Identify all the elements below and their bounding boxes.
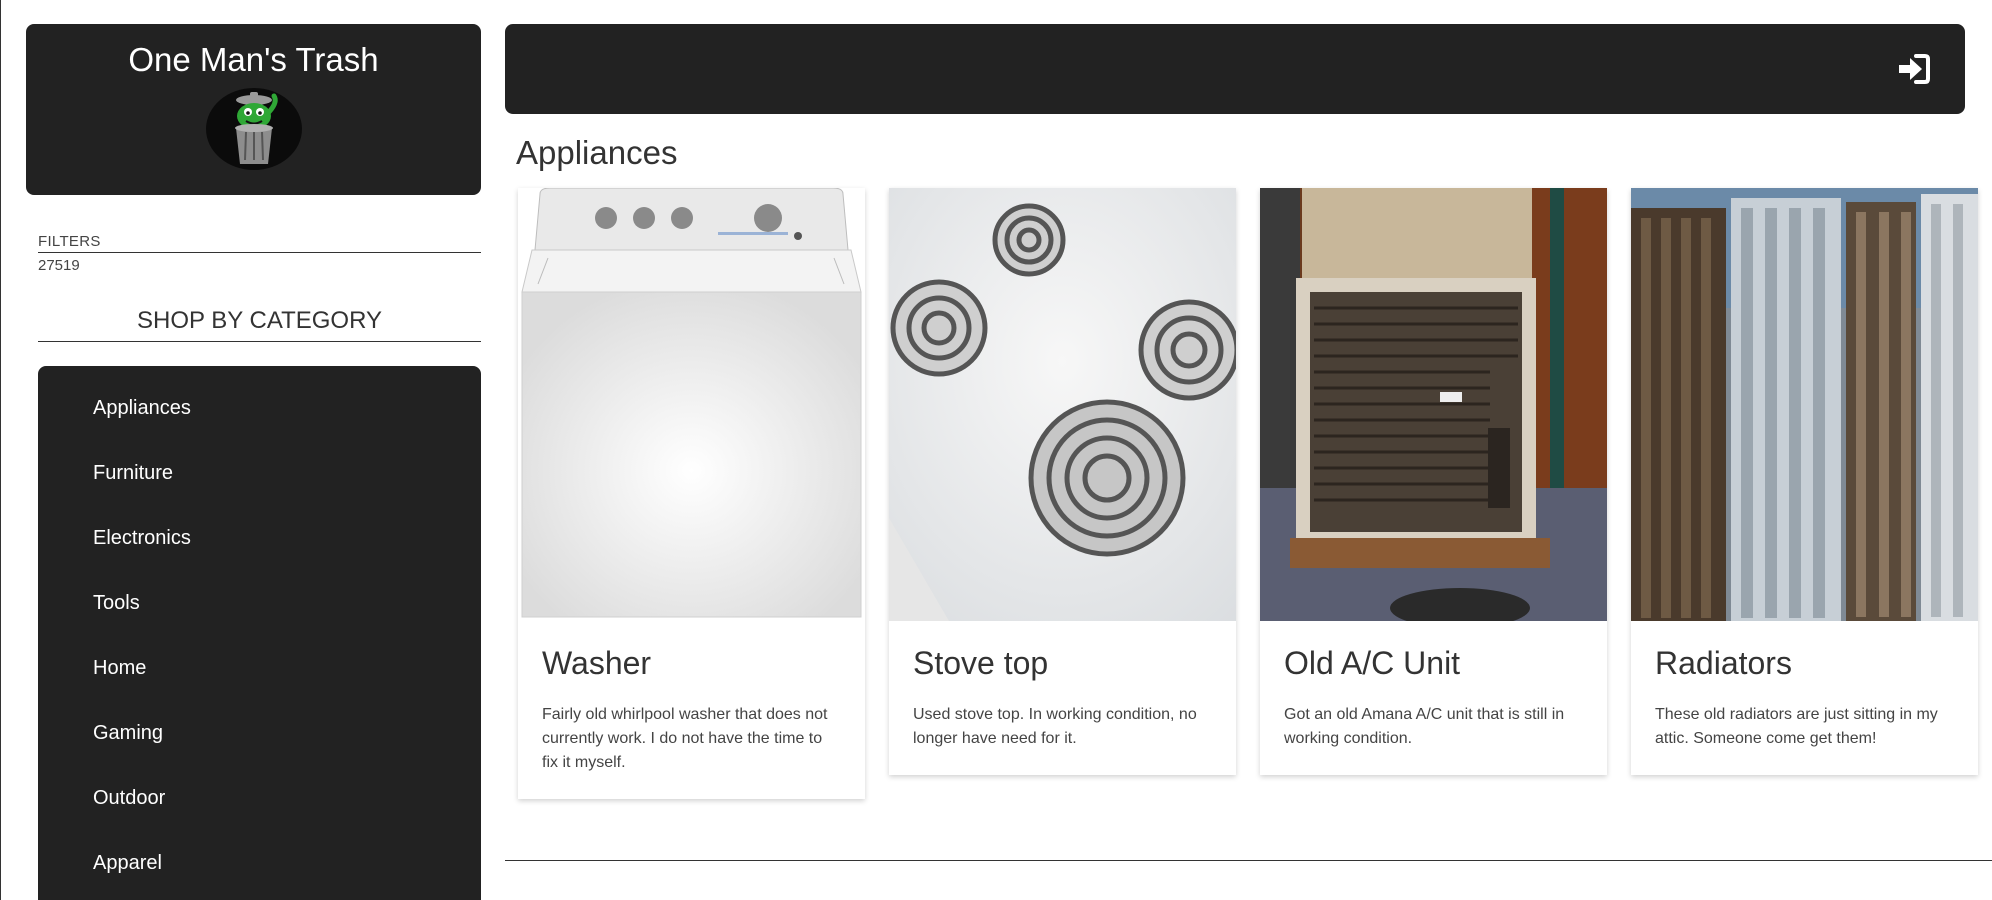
card-title[interactable]: Radiators	[1655, 643, 1954, 683]
shop-by-category-heading: SHOP BY CATEGORY	[38, 307, 481, 342]
top-bar	[505, 24, 1965, 114]
ac-unit-photo[interactable]	[1260, 188, 1607, 621]
listing-card[interactable]: Washer Fairly old whirlpool washer that …	[518, 188, 865, 799]
category-menu: Appliances Furniture Electronics Tools H…	[38, 366, 481, 900]
category-home[interactable]: Home	[38, 650, 481, 715]
listing-card[interactable]: Old A/C Unit Got an old Amana A/C unit t…	[1260, 188, 1607, 775]
filters-section: FILTERS 27519	[38, 233, 481, 274]
sign-in-icon[interactable]	[1896, 51, 1932, 87]
card-title[interactable]: Old A/C Unit	[1284, 643, 1583, 683]
zip-filter[interactable]: 27519	[38, 257, 481, 274]
radiators-photo[interactable]	[1631, 188, 1978, 621]
card-description: Got an old Amana A/C unit that is still …	[1284, 706, 1565, 747]
card-body: Old A/C Unit Got an old Amana A/C unit t…	[1260, 621, 1607, 775]
card-title[interactable]: Washer	[542, 643, 841, 683]
filters-label: FILTERS	[38, 233, 481, 253]
section-divider	[505, 860, 1992, 861]
trash-can-monster-icon[interactable]	[205, 88, 302, 170]
section-title: Appliances	[516, 134, 678, 171]
category-electronics[interactable]: Electronics	[38, 520, 481, 585]
listing-card[interactable]: Radiators These old radiators are just s…	[1631, 188, 1978, 775]
washer-photo[interactable]	[518, 188, 865, 621]
brand-panel[interactable]: One Man's Trash	[26, 24, 481, 195]
category-tools[interactable]: Tools	[38, 585, 481, 650]
category-gaming[interactable]: Gaming	[38, 715, 481, 780]
category-outdoor[interactable]: Outdoor	[38, 780, 481, 845]
card-body: Radiators These old radiators are just s…	[1631, 621, 1978, 775]
category-apparel[interactable]: Apparel	[38, 845, 481, 900]
card-description: These old radiators are just sitting in …	[1655, 706, 1938, 747]
card-title[interactable]: Stove top	[913, 643, 1212, 683]
listing-card[interactable]: Stove top Used stove top. In working con…	[889, 188, 1236, 775]
card-body: Stove top Used stove top. In working con…	[889, 621, 1236, 775]
page: One Man's Trash FILTERS 27519 SHOP BY CA…	[0, 0, 1992, 900]
card-description: Fairly old whirlpool washer that does no…	[542, 706, 828, 771]
card-description: Used stove top. In working condition, no…	[913, 706, 1197, 747]
category-appliances[interactable]: Appliances	[38, 390, 481, 455]
stove-top-photo[interactable]	[889, 188, 1236, 621]
category-furniture[interactable]: Furniture	[38, 455, 481, 520]
site-title[interactable]: One Man's Trash	[26, 40, 481, 80]
card-body: Washer Fairly old whirlpool washer that …	[518, 621, 865, 799]
